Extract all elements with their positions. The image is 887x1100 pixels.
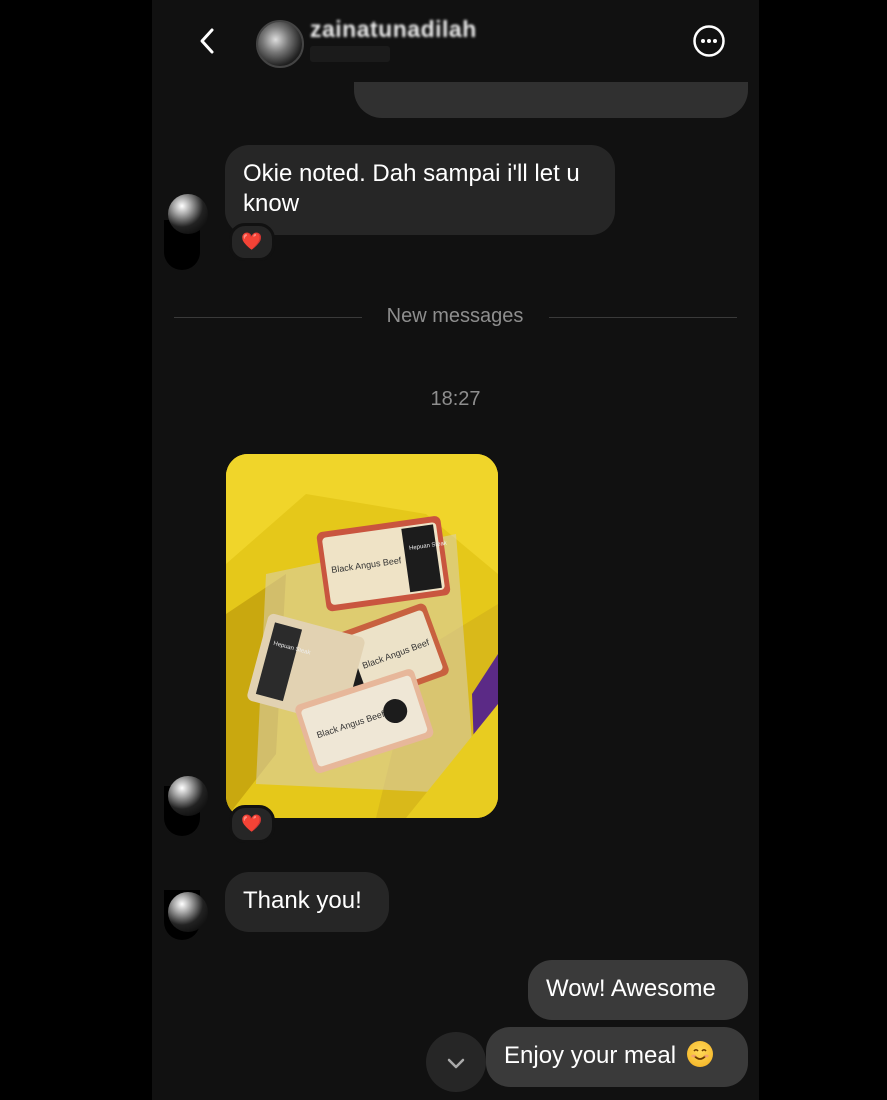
smiling-face-emoji	[686, 1041, 713, 1067]
message-text: Okie noted. Dah sampai i'll let u know	[243, 160, 580, 217]
sender-avatar[interactable]	[168, 776, 208, 816]
contact-avatar[interactable]	[256, 20, 304, 68]
message-text: Enjoy your meal	[504, 1042, 677, 1069]
more-horizontal-icon	[693, 25, 725, 57]
sender-avatar[interactable]	[168, 892, 208, 932]
photo-image: Black Angus Beef Hepuan Steak Black Angu…	[226, 454, 498, 818]
contact-subtitle	[310, 46, 390, 62]
contact-name[interactable]: zainatunadilah	[310, 16, 477, 43]
incoming-message-bubble[interactable]: Okie noted. Dah sampai i'll let u know	[225, 145, 615, 235]
scroll-to-bottom-button[interactable]	[426, 1032, 486, 1092]
incoming-message-bubble[interactable]: Thank you!	[225, 872, 389, 932]
message-timestamp: 18:27	[430, 388, 481, 410]
message-text: Thank you!	[243, 887, 362, 914]
more-options-button[interactable]	[692, 24, 726, 58]
divider-line-right	[549, 317, 737, 318]
chat-screen: zainatunadilah Okie noted. Dah sampai i'…	[152, 0, 759, 1100]
outgoing-message-bubble[interactable]: Enjoy your meal	[486, 1027, 748, 1087]
back-button[interactable]	[192, 24, 222, 58]
new-messages-divider: New messages	[386, 305, 524, 327]
chevron-down-icon	[447, 1058, 465, 1069]
heart-reaction[interactable]: ❤️	[229, 805, 275, 843]
outgoing-message-bubble[interactable]: Wow! Awesome	[528, 960, 748, 1020]
message-text: Wow! Awesome	[546, 975, 716, 1002]
heart-reaction[interactable]: ❤️	[229, 223, 275, 261]
divider-line-left	[174, 317, 362, 318]
chevron-left-icon	[200, 28, 214, 54]
photo-message[interactable]: Black Angus Beef Hepuan Steak Black Angu…	[226, 454, 498, 818]
sender-avatar[interactable]	[168, 194, 208, 234]
chat-header: zainatunadilah	[152, 0, 759, 82]
